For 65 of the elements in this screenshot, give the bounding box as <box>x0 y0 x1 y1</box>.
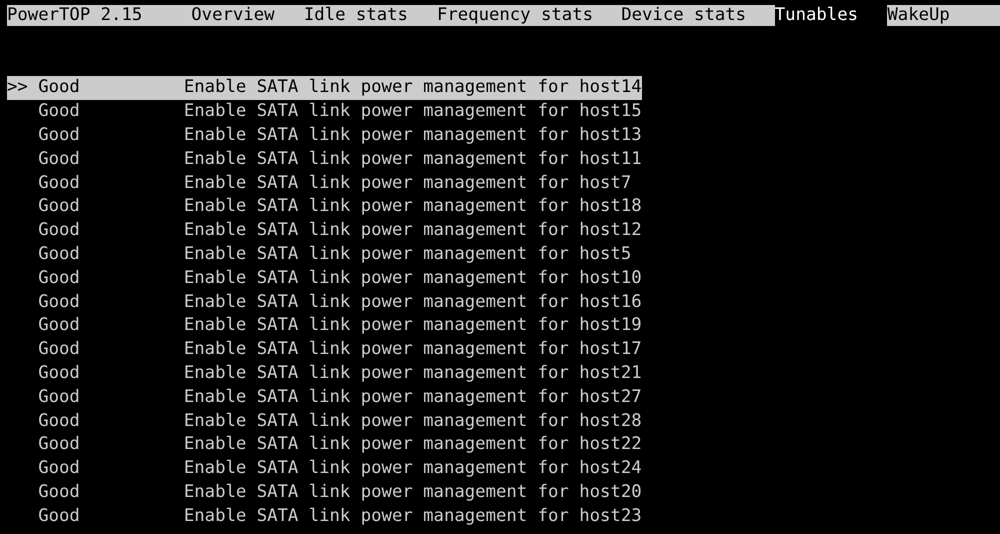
status-text: Good <box>38 434 80 454</box>
tunable-description: Enable SATA link power management for host22 <box>184 433 642 456</box>
status-text: Good <box>38 196 80 216</box>
tunable-description: Enable SATA link power management for host5 <box>184 242 632 266</box>
status-text: Good <box>38 268 80 288</box>
tunable-description: Enable SATA link power management for host21 <box>184 362 642 385</box>
tab[interactable]: WakeUp <box>887 5 1000 26</box>
status-text: Good <box>38 506 80 526</box>
status-text: Good <box>38 339 80 360</box>
status-text: Good <box>38 482 80 502</box>
status-text: Good <box>38 101 80 122</box>
tunable-description: Enable SATA link power management for host13 <box>184 124 642 147</box>
tunable-row[interactable]: Good Enable SATA link power management for host15 <box>7 100 642 124</box>
status-text: Good <box>38 292 80 312</box>
status-text: Good <box>38 410 80 431</box>
status-text: Good <box>38 172 80 193</box>
status-text: Good <box>38 124 80 145</box>
tunable-description: Enable SATA link power management for host15 <box>184 100 642 124</box>
tunable-row[interactable]: Good Enable SATA link power management for host23 <box>7 504 642 529</box>
tunable-row[interactable]: Good Enable SATA link power management for host17 <box>7 338 642 362</box>
status-text: Good <box>38 386 80 407</box>
tunable-description: Enable SATA link power management for host14 <box>184 76 642 100</box>
app-title: PowerTOP 2.15 <box>7 5 142 25</box>
tab[interactable]: Device stats <box>621 5 775 26</box>
status-text: Good <box>38 315 80 336</box>
tunable-row[interactable]: Good Enable SATA link power management for host18 <box>7 195 642 220</box>
tunable-row[interactable]: Good Enable SATA link power management for host16 <box>7 290 642 314</box>
tunable-description: Enable SATA link power management for host17 <box>184 338 642 362</box>
tunable-description: Enable SATA link power management for host28 <box>184 410 642 433</box>
cursor-marker: >> <box>7 77 28 98</box>
tunable-row[interactable]: Good Enable SATA link power management for host20 <box>7 480 642 505</box>
tunable-row[interactable]: Good Enable SATA link power management for host27 <box>7 386 642 410</box>
status-text: Good <box>38 458 80 478</box>
status-text: Good <box>38 220 80 240</box>
tunable-description: Enable SATA link power management for host18 <box>184 195 642 218</box>
tunable-row[interactable]: Good Enable SATA link power management for host13 <box>7 124 642 148</box>
tab[interactable]: Tunables <box>774 5 888 26</box>
tunable-row[interactable]: Good Enable SATA link power management for host22 <box>7 433 642 458</box>
tunable-row[interactable]: Good Enable SATA link power management for host10 <box>7 266 642 291</box>
tunable-row[interactable]: Good Enable SATA link power management for host21 <box>7 362 642 386</box>
tunable-row[interactable]: Good Enable SATA link power management for host7 <box>7 172 632 196</box>
tunable-row[interactable]: Good Enable SATA link power management for host19 <box>7 314 642 338</box>
tunable-description: Enable SATA link power management for host7 <box>184 172 632 195</box>
status-text: Good <box>38 77 80 98</box>
tunable-description: Enable SATA link power management for host23 <box>184 504 642 528</box>
tunable-description: Enable SATA link power management for host16 <box>184 290 642 314</box>
tunable-description: Enable SATA link power management for host12 <box>184 219 642 242</box>
tunable-row[interactable]: Good Enable SATA link power management for host28 <box>7 410 642 434</box>
tunable-description: Enable SATA link power management for host27 <box>184 386 642 409</box>
tab[interactable]: Idle stats <box>304 5 437 26</box>
status-text: Good <box>38 362 80 383</box>
tunable-description: Enable SATA link power management for host19 <box>184 314 642 338</box>
status-text: Good <box>38 244 80 264</box>
tunable-description: Enable SATA link power management for host10 <box>184 266 642 290</box>
tunable-description: Enable SATA link power management for host11 <box>184 148 642 171</box>
tunable-row[interactable]: >> Good Enable SATA link power management for host14 <box>7 76 642 100</box>
tunable-row[interactable]: Good Enable SATA link power management for host12 <box>7 219 642 243</box>
tunable-row[interactable]: Good Enable SATA link power management for host24 <box>7 457 642 481</box>
tunable-description: Enable SATA link power management for host20 <box>184 480 642 504</box>
status-text: Good <box>38 148 80 169</box>
tunable-row[interactable]: Good Enable SATA link power management for host11 <box>7 148 642 172</box>
tab[interactable]: Frequency stats <box>436 5 622 26</box>
tunable-description: Enable SATA link power management for host24 <box>184 457 642 480</box>
tab[interactable]: Overview <box>191 5 304 26</box>
tunable-row[interactable]: Good Enable SATA link power management for host5 <box>7 242 632 267</box>
